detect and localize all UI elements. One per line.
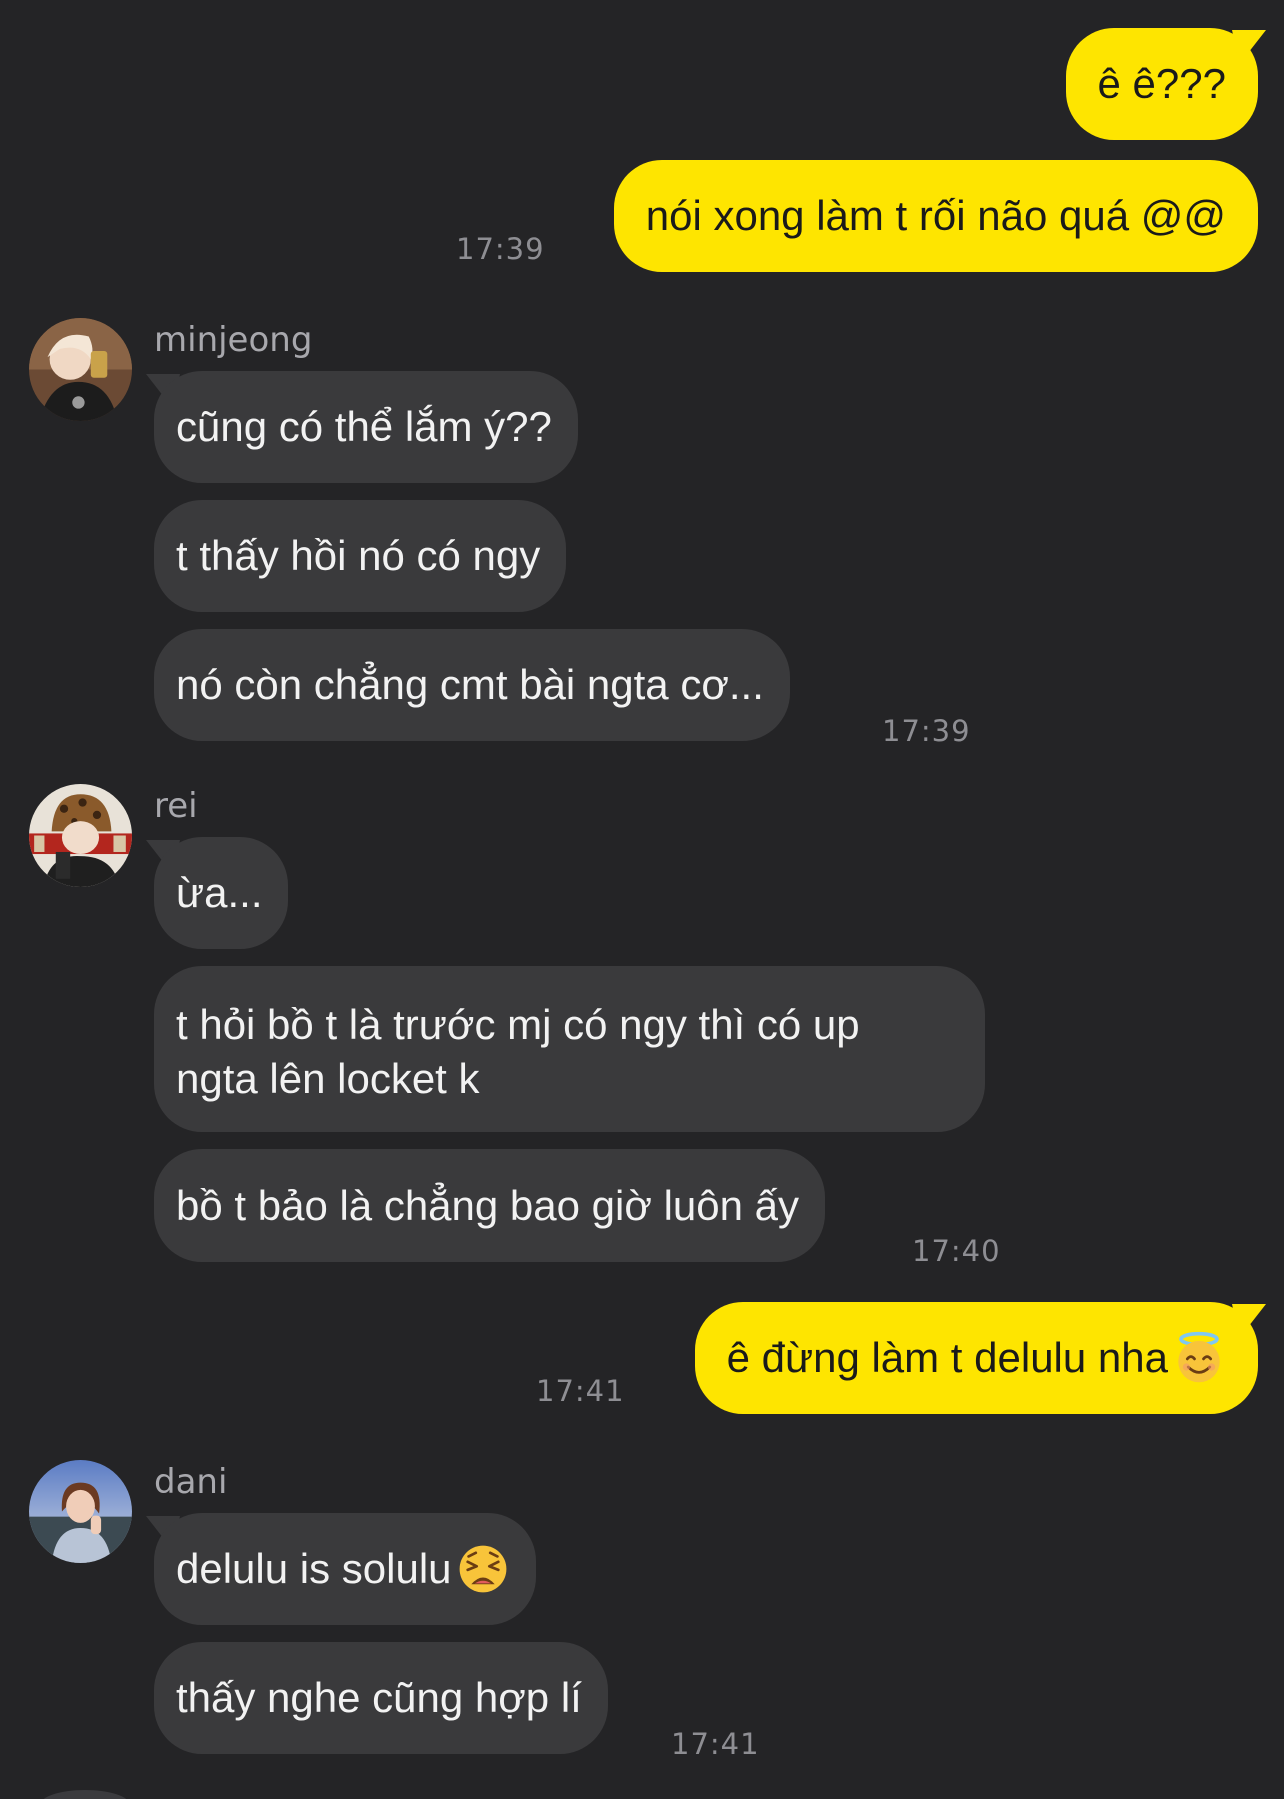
- message-text: ê ê???: [1097, 60, 1226, 107]
- message-text: nói xong làm t rối não quá @@: [645, 192, 1226, 239]
- avatar-rei-icon: [29, 784, 132, 887]
- avatar-minjeong[interactable]: [29, 318, 132, 421]
- incoming-message-bubble[interactable]: thấy nghe cũng hợp lí: [154, 1642, 608, 1754]
- outgoing-message-bubble[interactable]: ê ê???: [1065, 28, 1258, 140]
- message-timestamp: 17:41: [671, 1727, 760, 1761]
- smiling-face-with-halo-icon: [1172, 1331, 1226, 1385]
- sender-name: rei: [154, 786, 198, 826]
- incoming-message-bubble[interactable]: t hỏi bồ t là trước mj có ngy thì có up …: [154, 966, 985, 1132]
- message-line: ngta lên locket k: [176, 1055, 480, 1102]
- incoming-message-bubble[interactable]: cũng có thể lắm ý??: [154, 371, 578, 483]
- message-text: ê đừng làm t delulu nha: [726, 1334, 1168, 1381]
- sender-name: minjeong: [154, 320, 313, 360]
- message-timestamp: 17:41: [536, 1374, 625, 1408]
- incoming-message-bubble[interactable]: ừa...: [154, 837, 289, 949]
- message-timestamp: 17:39: [456, 232, 545, 266]
- message-text: bồ t bảo là chẳng bao giờ luôn ấy: [176, 1181, 800, 1229]
- chat-thread[interactable]: ê ê??? nói xong làm t rối não quá @@ 17:…: [0, 0, 1284, 1799]
- incoming-message-bubble[interactable]: t thấy hồi nó có ngy: [154, 500, 567, 612]
- avatar-dani[interactable]: [29, 1460, 132, 1563]
- outgoing-message-bubble[interactable]: nói xong làm t rối não quá @@: [613, 160, 1258, 272]
- message-text: delulu is solulu: [176, 1545, 452, 1592]
- avatar-minjeong-icon: [29, 318, 132, 421]
- avatar-dani-icon: [29, 1460, 132, 1563]
- message-text: nó còn chẳng cmt bài ngta cơ...: [176, 661, 764, 708]
- incoming-message-bubble[interactable]: bồ t bảo là chẳng bao giờ luôn ấy: [154, 1149, 826, 1262]
- message-text: cũng có thể lắm ý??: [176, 403, 552, 450]
- message-text: t thấy hồi nó có ngy: [176, 532, 541, 579]
- message-line: t hỏi bồ t là trước mj có ngy thì có up: [176, 1001, 860, 1048]
- avatar-rei[interactable]: [29, 784, 132, 887]
- outgoing-message-bubble[interactable]: ê đừng làm t delulu nha: [694, 1302, 1258, 1414]
- incoming-message-bubble[interactable]: nó còn chẳng cmt bài ngta cơ...: [154, 629, 790, 741]
- message-text: thấy nghe cũng hợp lí: [176, 1674, 582, 1721]
- weary-face-icon: [456, 1542, 510, 1596]
- message-timestamp: 17:39: [882, 714, 971, 748]
- message-timestamp: 17:40: [912, 1234, 1001, 1268]
- message-text: t hỏi bồ t là trước mj có ngy thì có up …: [176, 998, 860, 1106]
- message-text: ừa...: [176, 869, 263, 916]
- incoming-message-bubble[interactable]: delulu is solulu: [154, 1513, 536, 1625]
- sender-name: dani: [154, 1462, 228, 1502]
- next-avatar-partial: [40, 1790, 130, 1799]
